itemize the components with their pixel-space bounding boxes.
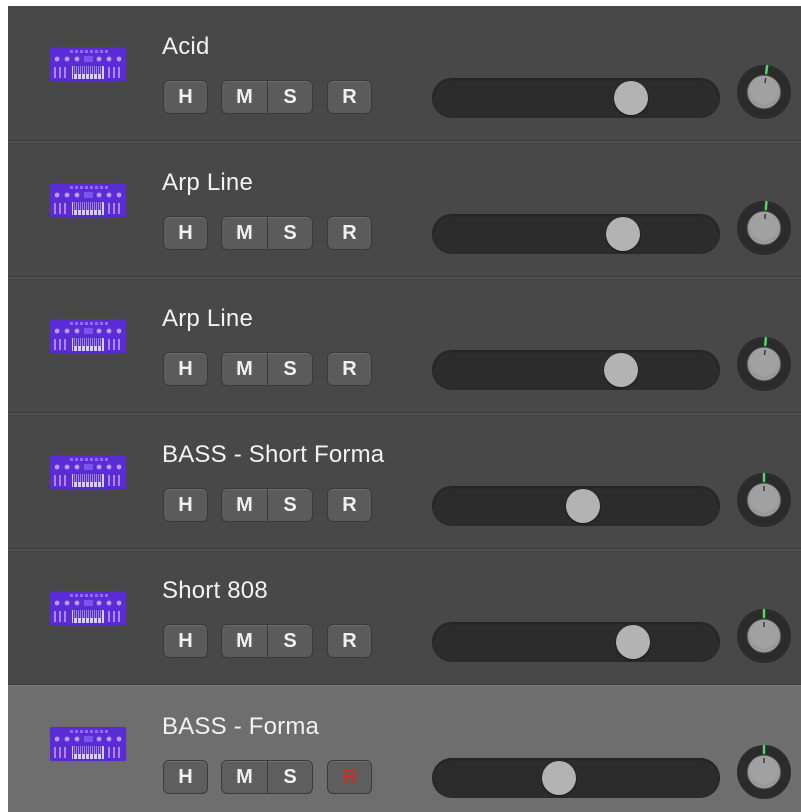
volume-slider[interactable] xyxy=(432,78,720,118)
record-enable-button[interactable]: R xyxy=(327,80,372,114)
pan-knob[interactable] xyxy=(735,471,793,529)
mute-button[interactable]: M xyxy=(221,488,268,522)
mute-button[interactable]: M xyxy=(221,760,268,794)
synth-keyboard-icon xyxy=(50,47,126,81)
track-row[interactable]: Arp Line H M S R xyxy=(8,141,801,277)
pan-knob[interactable] xyxy=(735,63,793,121)
synth-keyboard-icon xyxy=(50,183,126,217)
mute-button[interactable]: M xyxy=(221,624,268,658)
solo-button[interactable]: S xyxy=(267,624,313,658)
record-enable-button[interactable]: R xyxy=(327,624,372,658)
track-name[interactable]: Short 808 xyxy=(162,577,268,605)
record-enable-button[interactable]: R xyxy=(327,216,372,250)
solo-button[interactable]: S xyxy=(267,352,313,386)
track-row-selected[interactable]: BASS - Forma H M S R xyxy=(8,685,801,812)
volume-slider-thumb[interactable] xyxy=(613,81,648,115)
solo-button[interactable]: S xyxy=(267,216,313,250)
pan-knob[interactable] xyxy=(735,335,793,393)
record-enable-button[interactable]: R xyxy=(327,760,372,794)
track-name[interactable]: Acid xyxy=(162,33,210,61)
track-name[interactable]: BASS - Forma xyxy=(162,713,319,741)
track-name[interactable]: BASS - Short Forma xyxy=(162,441,384,469)
record-enable-button[interactable]: R xyxy=(327,352,372,386)
pan-knob[interactable] xyxy=(735,743,793,801)
pan-knob[interactable] xyxy=(735,607,793,665)
volume-slider-thumb[interactable] xyxy=(616,625,651,659)
volume-slider[interactable] xyxy=(432,758,720,798)
track-row[interactable]: BASS - Short Forma H M S R xyxy=(8,413,801,549)
hide-button[interactable]: H xyxy=(163,80,208,114)
track-row[interactable]: Short 808 H M S R xyxy=(8,549,801,685)
hide-button[interactable]: H xyxy=(163,624,208,658)
mute-button[interactable]: M xyxy=(221,352,268,386)
synth-keyboard-icon xyxy=(50,727,126,761)
volume-slider[interactable] xyxy=(432,214,720,254)
synth-keyboard-icon xyxy=(50,455,126,489)
track-name[interactable]: Arp Line xyxy=(162,305,253,333)
volume-slider[interactable] xyxy=(432,350,720,390)
volume-slider-thumb[interactable] xyxy=(603,353,638,387)
hide-button[interactable]: H xyxy=(163,488,208,522)
volume-slider-thumb[interactable] xyxy=(606,217,641,251)
hide-button[interactable]: H xyxy=(163,352,208,386)
volume-slider-thumb[interactable] xyxy=(541,761,576,795)
synth-keyboard-icon xyxy=(50,319,126,353)
hide-button[interactable]: H xyxy=(163,760,208,794)
solo-button[interactable]: S xyxy=(267,760,313,794)
volume-slider[interactable] xyxy=(432,622,720,662)
track-row[interactable]: Arp Line H M S R xyxy=(8,277,801,413)
solo-button[interactable]: S xyxy=(267,488,313,522)
mute-button[interactable]: M xyxy=(221,216,268,250)
hide-button[interactable]: H xyxy=(163,216,208,250)
pan-knob[interactable] xyxy=(735,199,793,257)
synth-keyboard-icon xyxy=(50,591,126,625)
mute-button[interactable]: M xyxy=(221,80,268,114)
solo-button[interactable]: S xyxy=(267,80,313,114)
track-name[interactable]: Arp Line xyxy=(162,169,253,197)
track-row[interactable]: Acid H M S R xyxy=(8,6,801,141)
track-list: Acid H M S R Arp Line H M S R Arp Line H… xyxy=(8,6,801,812)
volume-slider[interactable] xyxy=(432,486,720,526)
record-enable-button[interactable]: R xyxy=(327,488,372,522)
volume-slider-thumb[interactable] xyxy=(566,489,601,523)
